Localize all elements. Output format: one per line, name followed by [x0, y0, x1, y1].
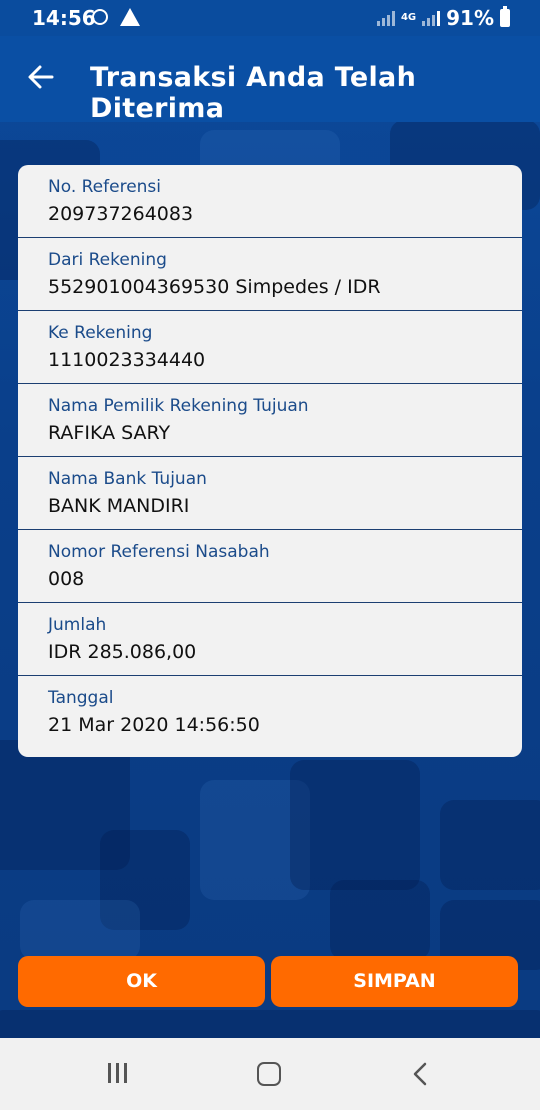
detail-label: Jumlah	[48, 615, 107, 635]
detail-row-to-account: Ke Rekening 1110023334440	[18, 311, 522, 384]
signal-icon	[376, 10, 395, 26]
detail-row-bank-name: Nama Bank Tujuan BANK MANDIRI	[18, 457, 522, 530]
detail-row-date: Tanggal 21 Mar 2020 14:56:50	[18, 676, 522, 749]
network-type: 4G	[400, 12, 417, 23]
detail-row-reference: No. Referensi 209737264083	[18, 165, 522, 238]
detail-row-customer-reference: Nomor Referensi Nasabah 008	[18, 530, 522, 603]
nav-back-icon[interactable]	[410, 1062, 430, 1086]
detail-value: 552901004369530 Simpedes / IDR	[48, 276, 381, 298]
detail-label: No. Referensi	[48, 177, 162, 197]
home-icon[interactable]	[257, 1062, 281, 1086]
detail-label: Nama Bank Tujuan	[48, 469, 207, 489]
whatsapp-icon	[92, 9, 108, 25]
detail-row-amount: Jumlah IDR 285.086,00	[18, 603, 522, 676]
detail-value: IDR 285.086,00	[48, 641, 197, 663]
detail-value: BANK MANDIRI	[48, 495, 190, 517]
signal-icon	[422, 10, 441, 26]
battery-percent: 91%	[446, 6, 494, 30]
detail-label: Dari Rekening	[48, 250, 167, 270]
recent-apps-icon[interactable]	[106, 1063, 130, 1085]
warning-icon	[120, 8, 140, 26]
detail-value: 21 Mar 2020 14:56:50	[48, 714, 260, 736]
detail-value: 008	[48, 568, 85, 590]
arrow-back-icon[interactable]	[26, 62, 56, 92]
system-nav-bar	[0, 1038, 540, 1110]
app-bar: Transaksi Anda Telah Diterima	[0, 36, 540, 124]
page-title: Transaksi Anda Telah Diterima	[90, 62, 417, 124]
ok-button[interactable]: OK	[18, 956, 265, 1007]
detail-label: Tanggal	[48, 688, 114, 708]
detail-row-from-account: Dari Rekening 552901004369530 Simpedes /…	[18, 238, 522, 311]
detail-value: 209737264083	[48, 203, 194, 225]
detail-label: Nomor Referensi Nasabah	[48, 542, 270, 562]
detail-row-account-owner: Nama Pemilik Rekening Tujuan RAFIKA SARY	[18, 384, 522, 457]
save-button[interactable]: SIMPAN	[271, 956, 518, 1007]
status-bar: 14:56 4G 91%	[0, 0, 540, 36]
detail-label: Ke Rekening	[48, 323, 153, 343]
detail-label: Nama Pemilik Rekening Tujuan	[48, 396, 309, 416]
battery-icon	[500, 6, 510, 27]
detail-value: 1110023334440	[48, 349, 206, 371]
transaction-details-card: No. Referensi 209737264083 Dari Rekening…	[18, 165, 522, 757]
detail-value: RAFIKA SARY	[48, 422, 171, 444]
status-time: 14:56	[32, 6, 96, 30]
